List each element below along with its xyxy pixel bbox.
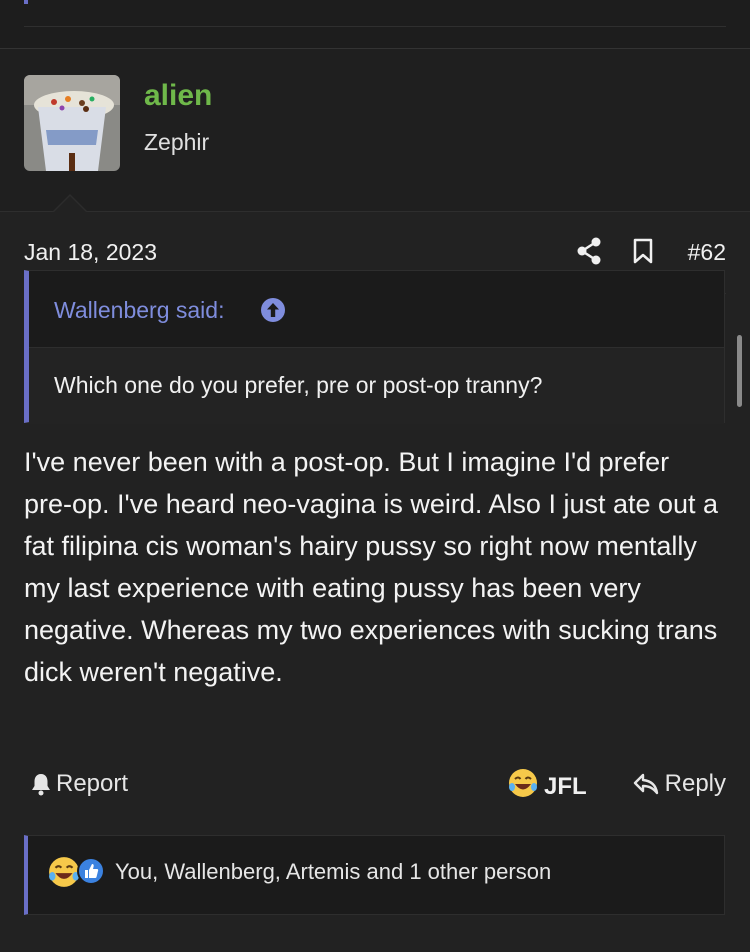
reactions-bar: You, Wallenberg, Artemis and 1 other per… <box>24 835 725 915</box>
bell-icon <box>32 774 50 796</box>
previous-post-accent <box>24 0 28 4</box>
bookmark-icon[interactable] <box>632 238 654 264</box>
divider <box>24 26 726 27</box>
post-date[interactable]: Jan 18, 2023 <box>24 239 157 266</box>
post-actions: Report JFL Reply <box>24 760 726 810</box>
post-number[interactable]: #62 <box>688 239 726 266</box>
thumbs-up-icon <box>77 857 105 885</box>
report-label: Report <box>56 770 129 797</box>
arrow-up-circle-icon[interactable] <box>260 297 286 323</box>
reaction-icons <box>48 856 106 888</box>
share-icon[interactable] <box>576 237 602 265</box>
user-block: alien Zephir <box>0 49 750 212</box>
quote-header: Wallenberg said: <box>29 271 724 348</box>
reply-arrow-icon <box>633 773 658 795</box>
laughing-emoji-icon <box>508 768 538 805</box>
avatar[interactable] <box>24 75 120 171</box>
quote-text: Which one do you prefer, pre or post-op … <box>54 372 543 398</box>
quote-body: Which one do you prefer, pre or post-op … <box>29 348 724 424</box>
report-button[interactable]: Report <box>30 770 128 798</box>
reaction-button[interactable]: JFL <box>508 768 587 805</box>
reaction-label: JFL <box>544 772 587 800</box>
quote-block: Wallenberg said: Which one do you prefer… <box>24 270 725 424</box>
user-title: Zephir <box>144 129 210 155</box>
reactions-summary[interactable]: You, Wallenberg, Artemis and 1 other per… <box>115 859 551 885</box>
reply-label: Reply <box>664 770 726 797</box>
post-message: I've never been with a post-op. But I im… <box>24 447 719 687</box>
reply-button[interactable]: Reply <box>633 770 726 798</box>
quote-author[interactable]: Wallenberg said: <box>54 297 224 324</box>
username[interactable]: alien <box>144 79 212 113</box>
scrollbar[interactable] <box>737 335 742 407</box>
previous-post-tail <box>0 0 750 48</box>
